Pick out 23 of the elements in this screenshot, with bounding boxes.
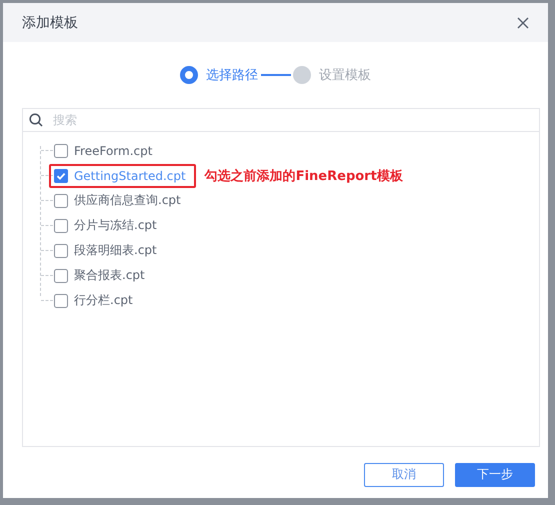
checkbox[interactable]	[54, 168, 68, 182]
checkbox[interactable]	[54, 218, 68, 232]
file-name[interactable]: 供应商信息查询.cpt	[74, 192, 181, 209]
step-label: 选择路径	[206, 67, 258, 84]
next-button[interactable]: 下一步	[455, 462, 535, 486]
file-name[interactable]: 行分栏.cpt	[74, 292, 133, 309]
file-name[interactable]: 分片与冻结.cpt	[74, 217, 157, 234]
search-icon	[29, 113, 43, 127]
checkbox[interactable]	[54, 194, 68, 208]
step-label: 设置模板	[319, 67, 371, 84]
checkbox[interactable]	[54, 268, 68, 282]
checkbox[interactable]	[54, 144, 68, 158]
file-name[interactable]: GettingStarted.cpt	[74, 168, 186, 182]
file-name[interactable]: FreeForm.cpt	[74, 144, 152, 158]
file-name[interactable]: 段落明细表.cpt	[74, 242, 157, 259]
annotation-text: 勾选之前添加的FineReport模板	[204, 168, 403, 184]
file-name[interactable]: 聚合报表.cpt	[74, 267, 145, 284]
cancel-button[interactable]: 取消	[364, 462, 444, 486]
checkbox[interactable]	[54, 294, 68, 308]
checkbox[interactable]	[54, 244, 68, 258]
step-connector	[261, 74, 291, 76]
dialog-title: 添加模板	[22, 14, 78, 32]
close-icon[interactable]	[517, 16, 529, 28]
